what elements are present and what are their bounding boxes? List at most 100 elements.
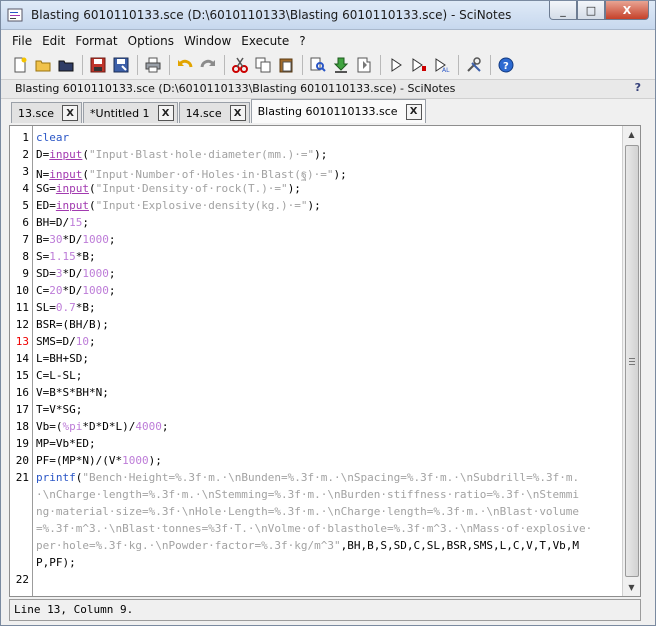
code-token: ( (89, 182, 96, 195)
code-token: *D/ (62, 233, 83, 246)
open-recent-icon[interactable] (55, 54, 77, 76)
code-line[interactable]: printf("Bench·Height=%.3f·m.·\nBunden=%.… (36, 471, 579, 484)
code-token: 20 (49, 284, 63, 297)
code-token: ); (333, 168, 347, 181)
code-token: ·\nCharge·length=%.3f·m.·\nStemming=%.3f… (36, 488, 580, 501)
code-line[interactable]: SMS=D/10; (36, 335, 96, 348)
code-line[interactable]: per·hole=%.3f·kg.·\nPowder·factor=%.3f·k… (36, 539, 579, 552)
vertical-scrollbar[interactable]: ▲ ▼ (622, 126, 640, 596)
tab-blasting-sce[interactable]: Blasting 6010110133.sce X (250, 99, 426, 123)
code-line[interactable]: D=input("Input·Blast·hole·diameter(mm.)·… (36, 148, 327, 161)
code-line[interactable]: SL=0.7*B; (36, 301, 96, 314)
code-line[interactable]: C=L-SL; (36, 369, 82, 382)
code-line[interactable]: MP=Vb*ED; (36, 437, 96, 450)
close-tab-icon[interactable]: X (62, 105, 79, 121)
code-token: Vb=( (36, 420, 63, 433)
code-line[interactable]: Vb=(%pi*D*D*L)/4000; (36, 420, 168, 433)
code-token: B= (36, 233, 50, 246)
code-token: V=B*S*BH*N; (36, 386, 109, 399)
code-token: ); (307, 199, 321, 212)
code-line[interactable]: SG=input("Input·Density·of·rock(T.)·="); (36, 182, 301, 195)
maximize-button[interactable]: □ (577, 1, 605, 20)
print-icon[interactable] (142, 54, 164, 76)
save-and-execute-icon[interactable] (353, 54, 375, 76)
code-token: ); (148, 454, 162, 467)
scrollbar-thumb[interactable] (625, 145, 639, 577)
comment-icon[interactable]: ALL (431, 54, 453, 76)
menu-format[interactable]: Format (70, 34, 122, 48)
code-line[interactable]: clear (36, 131, 69, 144)
code-editor[interactable]: 1 2 3 4 5 6 7 8 9 10 11 12 13 14 15 16 17 18 19 20 21 22 clea… (9, 125, 641, 597)
save-icon[interactable] (87, 54, 109, 76)
code-line[interactable]: L=BH+SD; (36, 352, 89, 365)
code-line[interactable]: ·\nCharge·length=%.3f·m.·\nStemming=%.3f… (36, 488, 579, 501)
code-line[interactable]: ED=input("Input·Explosive·density(kg.)·=… (36, 199, 321, 212)
code-line[interactable]: SD=3*D/1000; (36, 267, 116, 280)
close-window-button[interactable]: X (605, 1, 649, 20)
tab-14-sce[interactable]: 14.sce X (178, 102, 250, 123)
code-token: MP=Vb*ED; (36, 437, 96, 450)
code-token: ); (314, 148, 328, 161)
code-line[interactable]: B=30*D/1000; (36, 233, 116, 246)
tab-untitled-1[interactable]: *Untitled 1 X (83, 102, 178, 123)
find-icon[interactable] (307, 54, 329, 76)
code-line[interactable]: =%.3f·m^3.·\nBlast·tonnes=%3f·T.·\nVolme… (36, 522, 592, 535)
line-number: 7 (22, 233, 29, 246)
code-token: input (49, 168, 83, 181)
code-line[interactable]: BH=D/15; (36, 216, 89, 229)
line-number: 15 (15, 369, 29, 382)
code-line[interactable]: P,PF); (36, 556, 76, 569)
save-as-icon[interactable] (110, 54, 132, 76)
copy-icon[interactable] (252, 54, 274, 76)
close-tab-icon[interactable]: X (229, 105, 246, 121)
code-line[interactable]: V=B*S*BH*N; (36, 386, 109, 399)
line-number: 16 (15, 386, 29, 399)
code-token: input (55, 199, 89, 212)
code-line[interactable]: N=input("Input·Number·of·Holes·in·Blast(… (36, 165, 347, 183)
code-token: printf (36, 471, 76, 484)
line-number: 21 (15, 471, 29, 484)
code-line[interactable]: T=V*SG; (36, 403, 82, 416)
line-number: 11 (15, 301, 29, 314)
code-area[interactable]: clear D=input("Input·Blast·hole·diameter(… (36, 126, 622, 596)
menu-help[interactable]: ? (294, 34, 310, 48)
cut-icon[interactable] (229, 54, 251, 76)
title-bar[interactable]: Blasting 6010110133.sce (D:\6010110133\B… (1, 1, 655, 30)
menu-execute[interactable]: Execute (236, 34, 294, 48)
code-line[interactable]: S=1.15*B; (36, 250, 96, 263)
new-file-icon[interactable] (9, 54, 31, 76)
redo-icon[interactable] (197, 54, 219, 76)
help-icon[interactable]: ? (495, 54, 517, 76)
code-token: BSR=(BH/B); (36, 318, 109, 331)
open-folder-icon[interactable] (32, 54, 54, 76)
code-line[interactable]: PF=(MP*N)/(V*1000); (36, 454, 162, 467)
code-token: "Input·Number·of·Holes·in·Blast(ฐ)·=" (89, 168, 334, 181)
execute-until-icon[interactable] (408, 54, 430, 76)
code-line[interactable]: C=20*D/1000; (36, 284, 116, 297)
code-token: 1000 (82, 284, 109, 297)
load-into-scilab-icon[interactable] (330, 54, 352, 76)
undo-icon[interactable] (174, 54, 196, 76)
scroll-up-icon[interactable]: ▲ (623, 126, 640, 143)
close-tab-icon[interactable]: X (405, 103, 422, 120)
code-token: ; (82, 216, 89, 229)
minimize-button[interactable]: _ (549, 1, 577, 20)
execute-icon[interactable] (385, 54, 407, 76)
line-number: 2 (22, 148, 29, 161)
menu-bar: File Edit Format Options Window Execute … (1, 30, 655, 51)
code-line[interactable]: ng·material·size=%.3f·\nHole·Length=%.3f… (36, 505, 579, 518)
code-token: %pi (62, 420, 83, 433)
code-token: per·hole=%.3f·kg.·\nPowder·factor=%.3f·k… (36, 539, 341, 552)
help-icon-small[interactable]: ? (635, 81, 641, 94)
code-line[interactable]: BSR=(BH/B); (36, 318, 109, 331)
close-tab-icon[interactable]: X (157, 105, 174, 121)
scroll-down-icon[interactable]: ▼ (623, 579, 640, 596)
menu-file[interactable]: File (7, 34, 37, 48)
line-number: 6 (22, 216, 29, 229)
tab-13-sce[interactable]: 13.sce X (11, 102, 83, 123)
paste-icon[interactable] (275, 54, 297, 76)
menu-options[interactable]: Options (123, 34, 179, 48)
menu-edit[interactable]: Edit (37, 34, 70, 48)
settings-icon[interactable] (463, 54, 485, 76)
menu-window[interactable]: Window (179, 34, 236, 48)
